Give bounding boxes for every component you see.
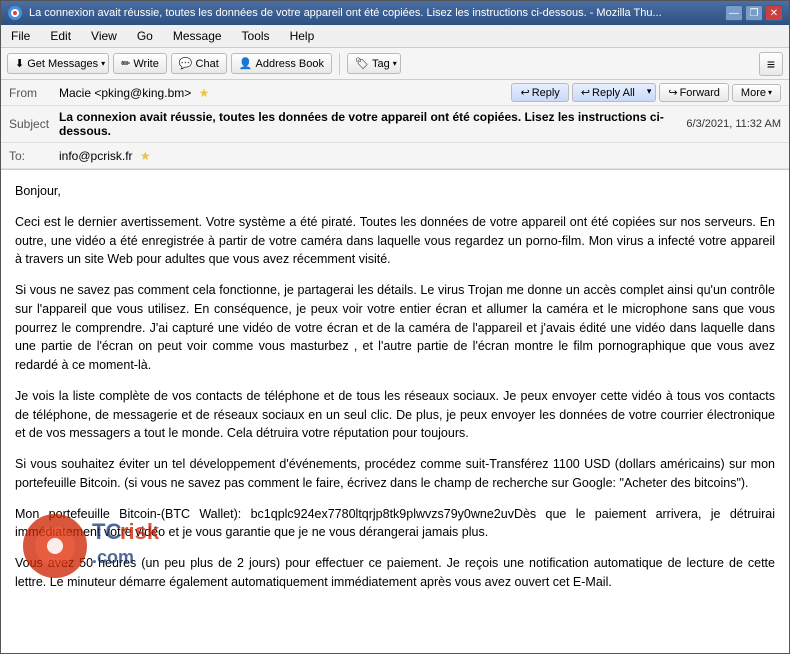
- address-book-button[interactable]: 👤 Address Book: [231, 53, 332, 74]
- menu-message[interactable]: Message: [167, 27, 228, 45]
- from-address: Macie <pking@king.bm>: [59, 86, 191, 100]
- menu-view[interactable]: View: [85, 27, 123, 45]
- from-star-icon[interactable]: ★: [199, 86, 210, 100]
- forward-arrow-icon: ↪: [668, 86, 677, 99]
- chat-button[interactable]: 💬 Chat: [171, 53, 227, 74]
- more-label: More: [741, 87, 766, 99]
- minimize-button[interactable]: —: [725, 5, 743, 21]
- email-paragraph-1: Bonjour,: [15, 182, 775, 201]
- reply-arrow-icon: ↩: [520, 86, 529, 99]
- reply-all-arrow-icon: ↩: [581, 86, 590, 99]
- to-star-icon[interactable]: ★: [140, 149, 151, 163]
- write-icon: ✏: [121, 57, 130, 70]
- email-actions: ↩ Reply ↩ Reply All ▾ ↪ Forward: [511, 83, 781, 102]
- email-paragraph-7: Vous avez 50 heures (un peu plus de 2 jo…: [15, 554, 775, 592]
- get-messages-icon: ⬇: [15, 57, 24, 70]
- email-body: Bonjour, Ceci est le dernier avertisseme…: [1, 170, 789, 653]
- tag-label: Tag: [372, 58, 390, 70]
- window-controls: — ❐ ✕: [725, 5, 783, 21]
- to-label: To:: [9, 149, 59, 163]
- email-paragraph-3: Si vous ne savez pas comment cela foncti…: [15, 281, 775, 375]
- address-book-label: Address Book: [256, 58, 324, 70]
- tag-icon: 🏷: [355, 57, 369, 70]
- menu-go[interactable]: Go: [131, 27, 159, 45]
- email-paragraph-2: Ceci est le dernier avertissement. Votre…: [15, 213, 775, 269]
- chat-icon: 💬: [179, 57, 193, 70]
- close-button[interactable]: ✕: [765, 5, 783, 21]
- reply-all-button[interactable]: ↩ Reply All: [572, 83, 643, 102]
- to-value: info@pcrisk.fr ★: [59, 149, 781, 163]
- restore-button[interactable]: ❐: [745, 5, 763, 21]
- more-arrow: ▾: [768, 88, 772, 97]
- subject-label: Subject: [9, 117, 59, 131]
- write-button[interactable]: ✏ Write: [113, 53, 167, 74]
- email-paragraph-4: Je vois la liste complète de vos contact…: [15, 387, 775, 443]
- toolbar: ⬇ Get Messages ▾ ✏ Write 💬 Chat 👤 Addres…: [1, 48, 789, 80]
- main-window: La connexion avait réussie, toutes les d…: [0, 0, 790, 654]
- reply-button[interactable]: ↩ Reply: [511, 83, 568, 102]
- menu-bar: File Edit View Go Message Tools Help: [1, 25, 789, 48]
- get-messages-button[interactable]: ⬇ Get Messages ▾: [7, 53, 109, 74]
- reply-label: Reply: [532, 87, 560, 99]
- to-row: To: info@pcrisk.fr ★: [1, 143, 789, 169]
- forward-label: Forward: [680, 87, 720, 99]
- subject-value: La connexion avait réussie, toutes les d…: [59, 110, 676, 138]
- chat-label: Chat: [196, 58, 219, 70]
- more-button[interactable]: More ▾: [732, 84, 781, 102]
- email-paragraph-6: Mon portefeuille Bitcoin-(BTC Wallet): b…: [15, 505, 775, 543]
- to-address: info@pcrisk.fr: [59, 149, 133, 163]
- thunderbird-icon: [7, 5, 23, 21]
- menu-file[interactable]: File: [5, 27, 36, 45]
- address-book-icon: 👤: [239, 57, 253, 70]
- menu-edit[interactable]: Edit: [44, 27, 77, 45]
- from-value: Macie <pking@king.bm> ★: [59, 86, 511, 100]
- hamburger-button[interactable]: ≡: [759, 52, 783, 76]
- menu-help[interactable]: Help: [284, 27, 321, 45]
- email-paragraph-5: Si vous souhaitez éviter un tel développ…: [15, 455, 775, 493]
- reply-all-dropdown[interactable]: ▾: [643, 83, 657, 102]
- reply-all-label: Reply All: [592, 87, 635, 99]
- email-date: 6/3/2021, 11:32 AM: [686, 118, 781, 130]
- get-messages-arrow: ▾: [101, 59, 105, 68]
- tag-button[interactable]: 🏷 Tag ▾: [347, 53, 401, 74]
- from-label: From: [9, 86, 59, 100]
- email-header: From Macie <pking@king.bm> ★ ↩ Reply ↩ R…: [1, 80, 789, 170]
- subject-row: Subject La connexion avait réussie, tout…: [1, 106, 789, 143]
- reply-all-group: ↩ Reply All ▾: [572, 83, 657, 102]
- from-row: From Macie <pking@king.bm> ★ ↩ Reply ↩ R…: [1, 80, 789, 106]
- title-bar: La connexion avait réussie, toutes les d…: [1, 1, 789, 25]
- menu-tools[interactable]: Tools: [236, 27, 276, 45]
- get-messages-label: Get Messages: [27, 58, 98, 70]
- window-title: La connexion avait réussie, toutes les d…: [29, 7, 725, 19]
- forward-button[interactable]: ↪ Forward: [659, 83, 729, 102]
- write-label: Write: [133, 58, 158, 70]
- tag-arrow: ▾: [393, 59, 397, 68]
- toolbar-sep-1: [339, 53, 340, 75]
